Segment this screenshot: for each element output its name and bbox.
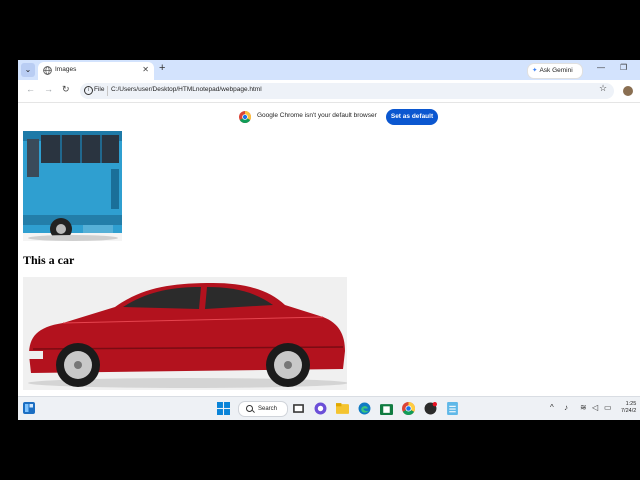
page-content: This a car <box>18 131 640 396</box>
new-tab-button[interactable]: + <box>159 62 165 74</box>
chrome-logo-icon <box>239 111 251 123</box>
profile-avatar[interactable] <box>623 86 633 96</box>
taskbar-clock[interactable]: 1:25 7/24/2 <box>621 401 636 415</box>
wifi-icon[interactable]: ≋ <box>580 403 587 412</box>
address-url[interactable]: C:/Users/user/Desktop/HTMLnotepad/webpag… <box>111 86 262 93</box>
battery-icon[interactable]: ▭ <box>604 403 612 412</box>
clock-date: 7/24/2 <box>621 408 637 414</box>
default-browser-infobar: Google Chrome isn't your default browser… <box>18 102 640 132</box>
reload-icon[interactable]: ↻ <box>62 84 70 95</box>
chrome-taskbar-icon[interactable] <box>402 402 415 415</box>
tab-title: Images <box>55 66 77 73</box>
copilot-chat-icon[interactable] <box>314 402 327 415</box>
taskbar-search-label: Search <box>258 406 278 412</box>
windows-start-icon[interactable] <box>217 402 230 415</box>
browser-toolbar: ← → ↻ i File C:/Users/user/Desktop/HTMLn… <box>18 80 640 102</box>
microphone-icon[interactable]: ♪ <box>564 403 568 412</box>
file-scheme-label: File <box>94 86 105 93</box>
bus-image <box>23 131 122 241</box>
tab-search-menu-button[interactable]: ⌄ <box>21 63 35 77</box>
forward-arrow-icon[interactable]: → <box>44 84 53 94</box>
chevron-up-icon[interactable]: ^ <box>550 403 554 412</box>
media-app-icon[interactable] <box>424 402 437 415</box>
back-arrow-icon[interactable]: ← <box>26 84 35 94</box>
clock-time: 1:25 <box>625 401 637 407</box>
tab-images[interactable]: Images ✕ <box>38 62 154 80</box>
screen: ⌄ Images ✕ + ✦ Ask Gemini — ❐ ← → ↻ i Fil… <box>18 60 640 420</box>
widgets-icon[interactable] <box>23 402 35 414</box>
notepad-icon[interactable] <box>446 402 459 415</box>
task-view-icon[interactable] <box>292 402 305 415</box>
bookmark-star-icon[interactable]: ☆ <box>599 83 607 94</box>
address-bar[interactable]: i File C:/Users/user/Desktop/HTMLnotepad… <box>80 83 614 99</box>
set-as-default-button[interactable]: Set as default <box>386 109 438 125</box>
globe-icon <box>43 66 52 75</box>
restore-window-button[interactable]: ❐ <box>620 63 627 72</box>
search-icon <box>246 405 253 412</box>
minimize-window-button[interactable]: — <box>597 63 605 72</box>
red-car-image <box>23 277 347 390</box>
infobar-message: Google Chrome isn't your default browser <box>257 112 377 119</box>
volume-icon[interactable]: ◁ <box>592 403 598 412</box>
gemini-spark-icon: ✦ <box>532 67 538 74</box>
site-info-icon[interactable]: i <box>84 86 93 95</box>
tab-strip: ⌄ Images ✕ + ✦ Ask Gemini — ❐ <box>18 60 640 80</box>
microsoft-store-icon[interactable] <box>380 402 393 415</box>
taskbar-search[interactable]: Search <box>238 401 288 417</box>
address-separator <box>107 86 108 96</box>
ask-gemini-button[interactable]: ✦ Ask Gemini <box>527 63 583 79</box>
page-heading: This a car <box>23 253 75 267</box>
close-tab-icon[interactable]: ✕ <box>142 65 149 74</box>
windows-taskbar: Search ^ ♪ ≋ ◁ ▭ 1:25 7/24/2 <box>18 396 640 420</box>
edge-browser-icon[interactable] <box>358 402 371 415</box>
ask-gemini-label: Ask Gemini <box>539 67 573 74</box>
file-explorer-icon[interactable] <box>336 402 349 415</box>
